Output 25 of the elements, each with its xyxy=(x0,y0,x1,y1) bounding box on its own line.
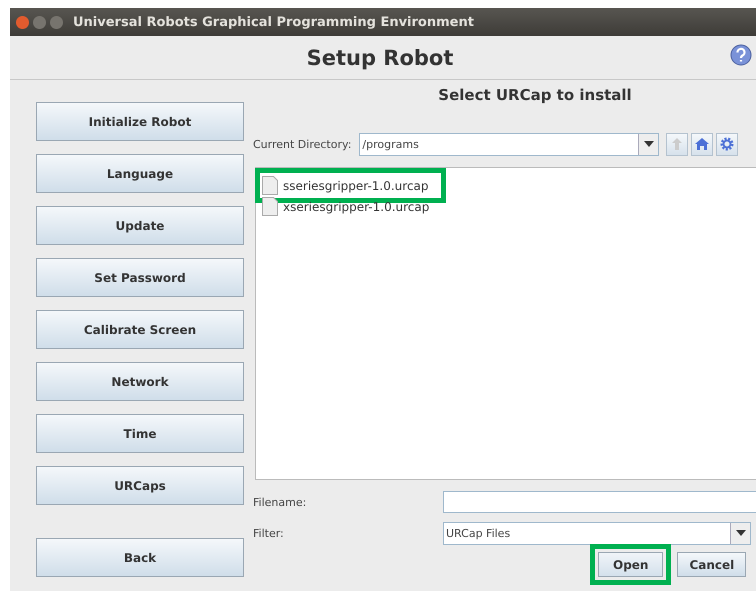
back-button[interactable]: Back xyxy=(36,538,244,577)
sidebar-button[interactable]: Time xyxy=(36,414,244,453)
file-name[interactable]: sseriesgripper-1.0.urcap xyxy=(283,178,429,192)
sidebar-button[interactable]: Set Password xyxy=(36,258,244,297)
file-row[interactable]: sseriesgripper-1.0.urcap xyxy=(262,175,439,196)
directory-dropdown[interactable]: /programs xyxy=(359,132,660,156)
sidebar-button[interactable]: URCaps xyxy=(36,466,244,505)
sidebar-button[interactable]: Update xyxy=(36,206,244,245)
file-row[interactable]: xseriesgripper-1.0.urcap xyxy=(262,196,440,217)
directory-label: Current Directory: xyxy=(253,138,352,150)
filter-label: Filter: xyxy=(253,526,285,540)
dialog-button[interactable]: Open xyxy=(590,544,672,585)
dialog-title: Select URCap to install xyxy=(437,85,633,106)
filename-label: Filename: xyxy=(253,496,308,508)
sidebar-button[interactable]: Network xyxy=(36,362,244,401)
file-name[interactable]: xseriesgripper-1.0.urcap xyxy=(283,200,430,214)
sidebar-button[interactable]: Calibrate Screen xyxy=(36,310,244,349)
page-heading: Setup Robot xyxy=(306,46,454,70)
window-title: Universal Robots Graphical Programming Environment xyxy=(73,14,474,30)
filter-value: URCap Files xyxy=(445,526,512,540)
filter-dropdown[interactable]: URCap Files xyxy=(443,522,751,544)
sidebar-button[interactable]: Language xyxy=(36,154,244,193)
dialog-button[interactable]: Cancel xyxy=(677,552,746,577)
directory-value: /programs xyxy=(361,138,420,150)
sidebar-button[interactable]: Initialize Robot xyxy=(36,102,244,141)
